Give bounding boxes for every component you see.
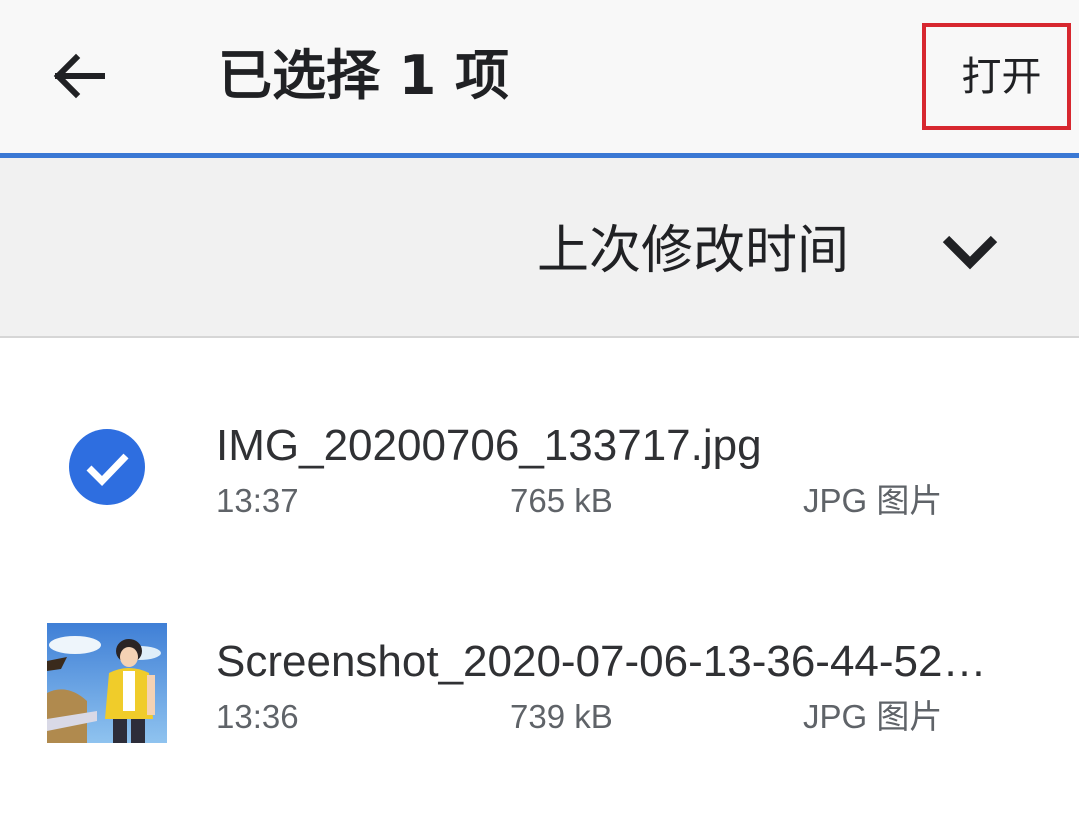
- selection-title: 已选择 1 项: [218, 44, 510, 107]
- file-name: IMG_20200706_133717.jpg: [216, 421, 762, 470]
- sort-order-toggle[interactable]: [928, 216, 1012, 286]
- file-size: 765 kB: [510, 482, 613, 519]
- open-button[interactable]: 打开: [922, 23, 1071, 130]
- file-size: 739 kB: [510, 698, 613, 735]
- image-thumbnail: [47, 623, 167, 743]
- sort-by-label[interactable]: 上次修改时间: [537, 216, 849, 286]
- top-app-bar: 已选择 1 项 打开: [0, 0, 1079, 153]
- arrow-left-icon: [53, 53, 105, 99]
- sort-bar: 上次修改时间: [0, 158, 1079, 338]
- file-type: JPG 图片: [803, 698, 943, 735]
- file-name: Screenshot_2020-07-06-13-36-44-52…: [216, 637, 987, 686]
- file-modified-time: 13:36: [216, 698, 299, 735]
- file-list-item[interactable]: Screenshot_2020-07-06-13-36-44-52… 13:36…: [0, 582, 1079, 782]
- chevron-down-icon: [942, 235, 998, 270]
- file-type: JPG 图片: [803, 482, 943, 519]
- open-button-label: 打开: [961, 53, 1042, 100]
- checkmark-circle-icon[interactable]: [69, 429, 145, 505]
- back-button[interactable]: [40, 44, 116, 108]
- file-list-item[interactable]: IMG_20200706_133717.jpg 13:37 765 kB JPG…: [0, 366, 1079, 566]
- file-modified-time: 13:37: [216, 482, 299, 519]
